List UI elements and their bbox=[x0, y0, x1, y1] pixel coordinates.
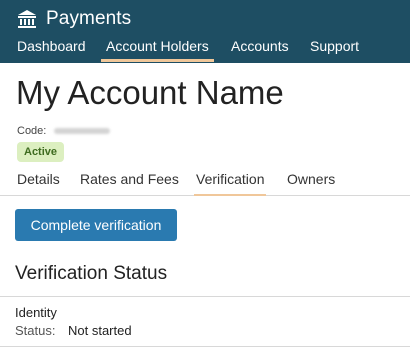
status-value: Not started bbox=[68, 323, 132, 338]
divider bbox=[0, 296, 410, 297]
account-tabs: Details Rates and Fees Verification Owne… bbox=[0, 166, 410, 197]
verification-status-heading: Verification Status bbox=[15, 263, 168, 284]
tab-owners[interactable]: Owners bbox=[287, 171, 335, 187]
account-code: Code: bbox=[17, 125, 111, 137]
main-nav: Dashboard Account Holders Accounts Suppo… bbox=[0, 36, 410, 63]
tab-rates-and-fees[interactable]: Rates and Fees bbox=[80, 171, 179, 187]
status-badge: Active bbox=[17, 142, 65, 162]
app-title: Payments bbox=[46, 8, 132, 29]
nav-item-support[interactable]: Support bbox=[310, 38, 359, 54]
bank-icon bbox=[17, 9, 37, 29]
verification-item-status: Status: Not started bbox=[15, 323, 132, 338]
tab-details[interactable]: Details bbox=[17, 171, 60, 187]
page-title: My Account Name bbox=[16, 74, 284, 111]
code-label: Code: bbox=[17, 125, 47, 137]
nav-item-account-holders[interactable]: Account Holders bbox=[101, 38, 214, 62]
nav-item-accounts[interactable]: Accounts bbox=[231, 38, 289, 54]
status-label: Status: bbox=[15, 323, 56, 338]
verification-item-title: Identity bbox=[15, 305, 57, 320]
tab-verification[interactable]: Verification bbox=[193, 171, 267, 197]
divider bbox=[0, 346, 410, 347]
complete-verification-button[interactable]: Complete verification bbox=[15, 209, 177, 241]
code-value-redacted bbox=[54, 128, 111, 134]
nav-item-dashboard[interactable]: Dashboard bbox=[17, 38, 86, 54]
top-bar: Payments Dashboard Account Holders Accou… bbox=[0, 0, 410, 63]
app-brand[interactable]: Payments bbox=[17, 7, 131, 31]
